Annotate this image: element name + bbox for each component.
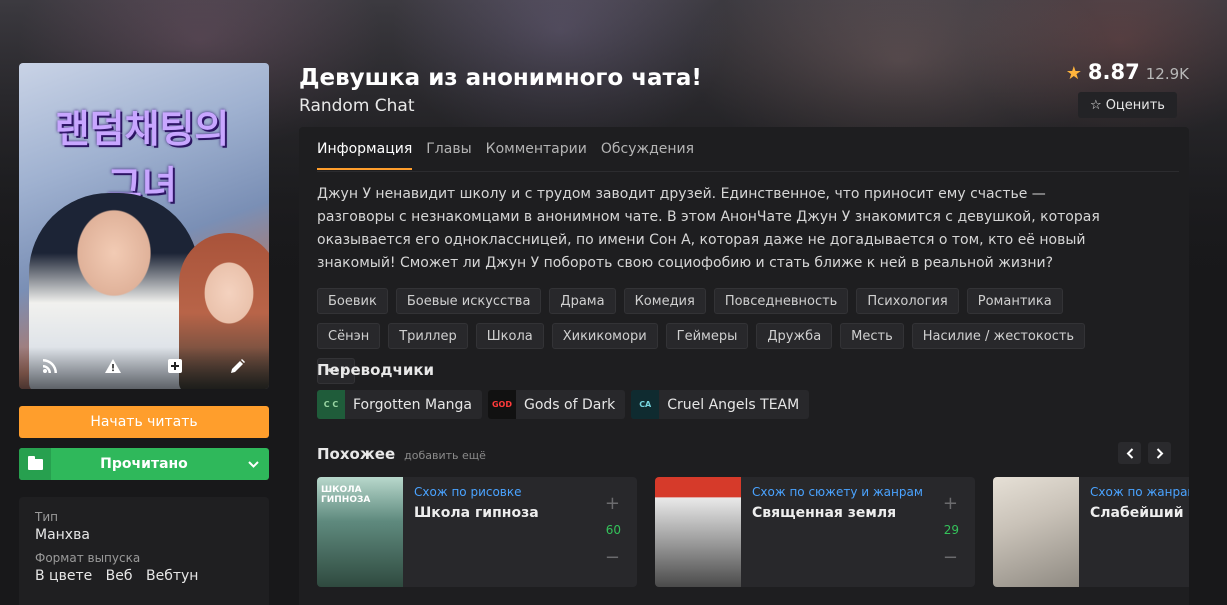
- similar-nav: [1118, 442, 1171, 464]
- similar-header: Похожее добавить ещё: [317, 445, 486, 463]
- tag-school[interactable]: Школа: [475, 323, 544, 349]
- translator-avatar: GOD: [488, 390, 516, 419]
- vote-down-icon[interactable]: −: [605, 547, 620, 568]
- similar-card-name[interactable]: Священная земля: [752, 505, 896, 521]
- add-square-icon[interactable]: [163, 359, 187, 377]
- rating-score: 8.87: [1087, 60, 1140, 84]
- similar-card-name[interactable]: Школа гипноза: [414, 505, 539, 521]
- tag-hikikomori[interactable]: Хикикомори: [551, 323, 658, 349]
- similar-card-reason: Схож по жанрам: [1090, 485, 1189, 499]
- similar-card-votes: 60: [605, 523, 621, 537]
- rate-button[interactable]: ☆ Оценить: [1078, 92, 1177, 118]
- tag-friendship[interactable]: Дружба: [756, 323, 833, 349]
- cover-image[interactable]: 랜덤채팅의 그녀: [19, 63, 269, 389]
- rate-button-label: Оценить: [1105, 97, 1165, 113]
- tag-revenge[interactable]: Месть: [840, 323, 904, 349]
- chevron-down-icon[interactable]: [237, 457, 269, 471]
- tag-romance[interactable]: Романтика: [966, 288, 1063, 314]
- reading-status-label: Прочитано: [100, 456, 188, 472]
- similar-card[interactable]: Схож по сюжету и жанрам Священная земля …: [655, 477, 975, 587]
- tab-comments[interactable]: Комментарии: [486, 141, 587, 170]
- similar-card-reason: Схож по сюжету и жанрам: [752, 485, 923, 499]
- vote-down-icon[interactable]: −: [943, 547, 958, 568]
- type-value[interactable]: Манхва: [35, 527, 253, 543]
- tag-shounen[interactable]: Сёнэн: [317, 323, 381, 349]
- rss-icon[interactable]: [38, 359, 62, 377]
- format-label: Формат выпуска: [35, 551, 141, 565]
- reading-status-button[interactable]: Прочитано: [19, 448, 269, 480]
- chevron-right-icon[interactable]: [1148, 442, 1171, 464]
- translators-title: Переводчики: [317, 361, 435, 379]
- rating-votes: 12.9K: [1145, 65, 1189, 83]
- cover-action-bar: [19, 347, 269, 389]
- start-reading-button[interactable]: Начать читать: [19, 406, 269, 438]
- translator-name: Gods of Dark: [524, 396, 616, 413]
- similar-add-link[interactable]: добавить ещё: [404, 449, 486, 462]
- chevron-left-icon[interactable]: [1118, 442, 1141, 464]
- tag-martial-arts[interactable]: Боевые искусства: [395, 288, 542, 314]
- type-label: Тип: [35, 510, 58, 524]
- edit-pencil-icon[interactable]: [226, 359, 250, 377]
- similar-card-reason: Схож по рисовке: [414, 485, 522, 499]
- similar-title: Похожее: [317, 445, 396, 463]
- tab-discussions[interactable]: Обсуждения: [601, 141, 694, 170]
- tag-drama[interactable]: Драма: [549, 288, 616, 314]
- similar-card-name[interactable]: Слабейший Ге: [1090, 505, 1189, 521]
- translator-item[interactable]: GOD Gods of Dark: [488, 390, 626, 419]
- tag-slice-of-life[interactable]: Повседневность: [713, 288, 849, 314]
- tag-action[interactable]: Боевик: [317, 288, 388, 314]
- translator-item[interactable]: C C Forgotten Manga: [317, 390, 482, 419]
- description-text: Джун У ненавидит школу и с трудом заводи…: [317, 186, 1100, 271]
- tag-thriller[interactable]: Триллер: [388, 323, 468, 349]
- alt-title: Random Chat: [299, 96, 415, 116]
- similar-card[interactable]: Схож по рисовке Школа гипноза + 60 −: [317, 477, 637, 587]
- similar-card-thumb[interactable]: [993, 477, 1079, 587]
- info-panel: Тип Манхва Формат выпуска В цвете Веб Ве…: [19, 497, 269, 605]
- vote-up-icon[interactable]: +: [943, 493, 958, 514]
- translator-avatar: CA: [631, 390, 660, 419]
- tab-chapters[interactable]: Главы: [426, 141, 471, 170]
- similar-card-thumb[interactable]: [317, 477, 403, 587]
- tag-psychology[interactable]: Психология: [856, 288, 959, 314]
- format-value-color[interactable]: В цвете: [35, 568, 92, 584]
- translator-item[interactable]: CA Cruel Angels TEAM: [631, 390, 810, 419]
- page-title: Девушка из анонимного чата!: [299, 65, 702, 91]
- tag-gamers[interactable]: Геймеры: [665, 323, 749, 349]
- format-values: В цвете Веб Вебтун: [35, 568, 253, 584]
- similar-card-thumb[interactable]: [655, 477, 741, 587]
- warning-icon[interactable]: [101, 359, 125, 377]
- similar-card-votes: 29: [943, 523, 959, 537]
- format-value-web[interactable]: Веб: [106, 568, 133, 584]
- translator-name: Cruel Angels TEAM: [667, 396, 800, 413]
- star-icon: ★: [1065, 63, 1082, 84]
- tab-information[interactable]: Информация: [317, 141, 413, 170]
- vote-up-icon[interactable]: +: [605, 493, 620, 514]
- translators-list: C C Forgotten Manga GOD Gods of Dark CA …: [317, 390, 810, 419]
- similar-carousel: Схож по рисовке Школа гипноза + 60 − Схо…: [317, 477, 1189, 587]
- tab-bar: Информация Главы Комментарии Обсуждения: [317, 141, 694, 170]
- format-value-webtoon[interactable]: Вебтун: [146, 568, 198, 584]
- translator-avatar: C C: [317, 390, 345, 419]
- tag-comedy[interactable]: Комедия: [623, 288, 706, 314]
- folder-icon: [19, 448, 51, 480]
- tag-violence[interactable]: Насилие / жестокость: [911, 323, 1086, 349]
- star-outline-icon: ☆: [1090, 97, 1102, 113]
- rating-display: ★ 8.87 12.9K: [1066, 60, 1189, 84]
- similar-card[interactable]: Схож по жанрам Слабейший Ге: [993, 477, 1189, 587]
- main-panel: Информация Главы Комментарии Обсуждения …: [299, 127, 1189, 605]
- translator-name: Forgotten Manga: [353, 396, 472, 413]
- tab-divider: [317, 171, 1179, 172]
